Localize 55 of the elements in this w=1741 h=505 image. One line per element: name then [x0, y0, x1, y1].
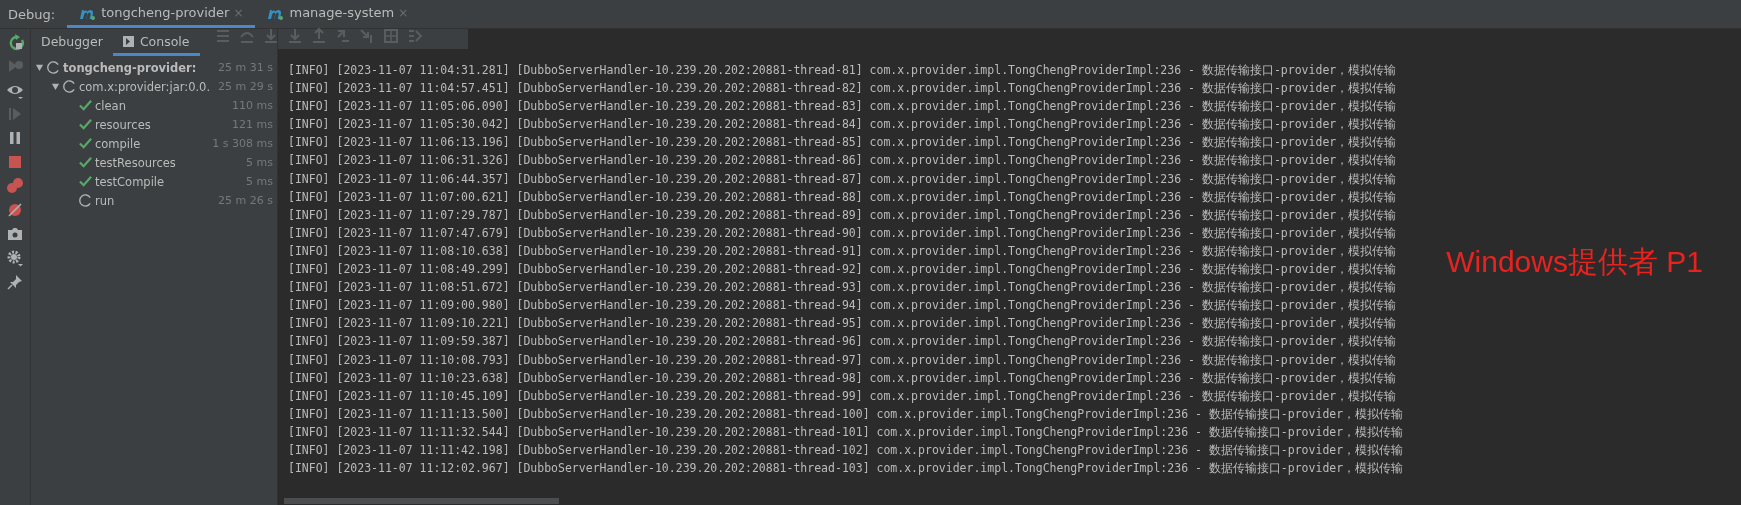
tree-item[interactable]: testCompile 5 ms [31, 172, 277, 191]
check-icon [79, 118, 92, 131]
log-line: [INFO] [2023-11-07 11:11:32.544] [DubboServerHandler-10.239.20.202:20881-thread-101] com.x.provider.impl.TongChengProviderImpl:236 - 数据传输接口-provider，模拟传输 [288, 423, 1405, 441]
log-line: [INFO] [2023-11-07 11:08:49.299] [DubboServerHandler-10.239.20.202:20881-thread-92] com.x.provider.impl.TongChengProviderImpl:236 - 数据传输接口-provider，模拟传输 [288, 261, 1398, 279]
tree-item[interactable]: clean 110 ms [31, 96, 277, 115]
step-out-icon[interactable] [310, 26, 328, 45]
panel-tab[interactable]: Console [112, 29, 200, 56]
log-line: [INFO] [2023-11-07 11:07:29.787] [DubboServerHandler-10.239.20.202:20881-thread-89] com.x.provider.impl.TongChengProviderImpl:236 - 数据传输接口-provider，模拟传输 [288, 206, 1398, 224]
log-line: [INFO] [2023-11-07 11:11:42.198] [DubboServerHandler-10.239.20.202:20881-thread-102] com.x.provider.impl.TongChengProviderImpl:236 - 数据传输接口-provider，模拟传输 [288, 441, 1405, 459]
caret-icon[interactable] [51, 82, 60, 91]
tree-item[interactable]: testResources 5 ms [31, 153, 277, 172]
log-line: [INFO] [2023-11-07 11:06:44.357] [DubboServerHandler-10.239.20.202:20881-thread-87] com.x.provider.impl.TongChengProviderImpl:236 - 数据传输接口-provider，模拟传输 [288, 170, 1398, 188]
caret-icon[interactable] [35, 63, 44, 72]
log-line: [INFO] [2023-11-07 11:04:57.451] [DubboServerHandler-10.239.20.202:20881-thread-82] com.x.provider.impl.TongChengProviderImpl:236 - 数据传输接口-provider，模拟传输 [288, 80, 1398, 98]
tree-item[interactable]: resources 121 ms [31, 115, 277, 134]
log-line: [INFO] [2023-11-07 11:10:45.109] [DubboServerHandler-10.239.20.202:20881-thread-99] com.x.provider.impl.TongChengProviderImpl:236 - 数据传输接口-provider，模拟传输 [288, 387, 1398, 405]
annotation-text: Windows提供者 P1 [1446, 243, 1703, 280]
log-line: [INFO] [2023-11-07 11:11:13.500] [DubboServerHandler-10.239.20.202:20881-thread-100] com.x.provider.impl.TongChengProviderImpl:236 - 数据传输接口-provider，模拟传输 [288, 405, 1405, 423]
check-icon [79, 137, 92, 150]
resume-icon[interactable] [6, 57, 24, 75]
log-line: [INFO] [2023-11-07 11:05:06.090] [DubboServerHandler-10.239.20.202:20881-thread-83] com.x.provider.impl.TongChengProviderImpl:236 - 数据传输接口-provider，模拟传输 [288, 98, 1398, 116]
log-line: [INFO] [2023-11-07 11:08:51.672] [DubboServerHandler-10.239.20.202:20881-thread-93] com.x.provider.impl.TongChengProviderImpl:236 - 数据传输接口-provider，模拟传输 [288, 279, 1398, 297]
scrollbar[interactable] [284, 498, 559, 504]
run-tab[interactable]: manage-system × [255, 0, 421, 28]
log-line: [INFO] [2023-11-07 11:09:59.387] [DubboServerHandler-10.239.20.202:20881-thread-96] com.x.provider.impl.TongChengProviderImpl:236 - 数据传输接口-provider，模拟传输 [288, 333, 1398, 351]
tree-item[interactable]: compile 1 s 308 ms [31, 134, 277, 153]
log-line: [INFO] [2023-11-07 11:10:23.638] [DubboServerHandler-10.239.20.202:20881-thread-98] com.x.provider.impl.TongChengProviderImpl:236 - 数据传输接口-provider，模拟传输 [288, 369, 1398, 387]
log-line: [INFO] [2023-11-07 11:05:30.042] [DubboServerHandler-10.239.20.202:20881-thread-84] com.x.provider.impl.TongChengProviderImpl:236 - 数据传输接口-provider，模拟传输 [288, 116, 1398, 134]
log-line: [INFO] [2023-11-07 11:06:13.196] [DubboServerHandler-10.239.20.202:20881-thread-85] com.x.provider.impl.TongChengProviderImpl:236 - 数据传输接口-provider，模拟传输 [288, 134, 1398, 152]
pin-icon[interactable] [6, 273, 24, 291]
debug-label: Debug: [7, 5, 57, 24]
check-icon [79, 175, 92, 188]
log-line: [INFO] [2023-11-07 11:10:08.793] [DubboServerHandler-10.239.20.202:20881-thread-97] com.x.provider.impl.TongChengProviderImpl:236 - 数据传输接口-provider，模拟传输 [288, 351, 1398, 369]
mute-breakpoints-icon[interactable] [6, 201, 24, 219]
log-line: [INFO] [2023-11-07 11:08:10.638] [DubboServerHandler-10.239.20.202:20881-thread-91] com.x.provider.impl.TongChengProviderImpl:236 - 数据传输接口-provider，模拟传输 [288, 242, 1398, 260]
stop-icon[interactable] [6, 153, 24, 171]
spinner-icon [47, 61, 60, 74]
log-line: [INFO] [2023-11-07 11:09:10.221] [DubboServerHandler-10.239.20.202:20881-thread-95] com.x.provider.impl.TongChengProviderImpl:236 - 数据传输接口-provider，模拟传输 [288, 315, 1398, 333]
check-icon [79, 99, 92, 112]
spinner-icon [79, 194, 92, 207]
breakpoints-icon[interactable] [6, 177, 24, 195]
log-line: [INFO] [2023-11-07 11:09:00.980] [DubboServerHandler-10.239.20.202:20881-thread-94] com.x.provider.impl.TongChengProviderImpl:236 - 数据传输接口-provider，模拟传输 [288, 297, 1398, 315]
log-line: [INFO] [2023-11-07 11:07:47.679] [DubboServerHandler-10.239.20.202:20881-thread-90] com.x.provider.impl.TongChengProviderImpl:236 - 数据传输接口-provider，模拟传输 [288, 224, 1398, 242]
panel-tab[interactable]: Debugger [31, 29, 113, 56]
log-line: [INFO] [2023-11-07 11:04:31.281] [DubboServerHandler-10.239.20.202:20881-thread-81] com.x.provider.impl.TongChengProviderImpl:236 - 数据传输接口-provider，模拟传输 [288, 62, 1398, 79]
spinner-icon [63, 80, 76, 93]
console-icon [122, 35, 134, 47]
step-into-icon[interactable] [262, 26, 280, 45]
check-icon [79, 156, 92, 169]
log-line: [INFO] [2023-11-07 11:07:00.621] [DubboServerHandler-10.239.20.202:20881-thread-88] com.x.provider.impl.TongChengProviderImpl:236 - 数据传输接口-provider，模拟传输 [288, 188, 1398, 206]
camera-icon[interactable] [6, 225, 24, 243]
calculator-icon[interactable] [382, 26, 400, 45]
log-line: [INFO] [2023-11-07 11:12:02.967] [DubboServerHandler-10.239.20.202:20881-thread-103] com.x.provider.impl.TongChengProviderImpl:236 - 数据传输接口-provider，模拟传输 [288, 460, 1405, 478]
force-step-into-icon[interactable] [286, 26, 304, 45]
log-line: [INFO] [2023-11-07 11:06:31.326] [DubboServerHandler-10.239.20.202:20881-thread-86] com.x.provider.impl.TongChengProviderImpl:236 - 数据传输接口-provider，模拟传输 [288, 152, 1398, 170]
